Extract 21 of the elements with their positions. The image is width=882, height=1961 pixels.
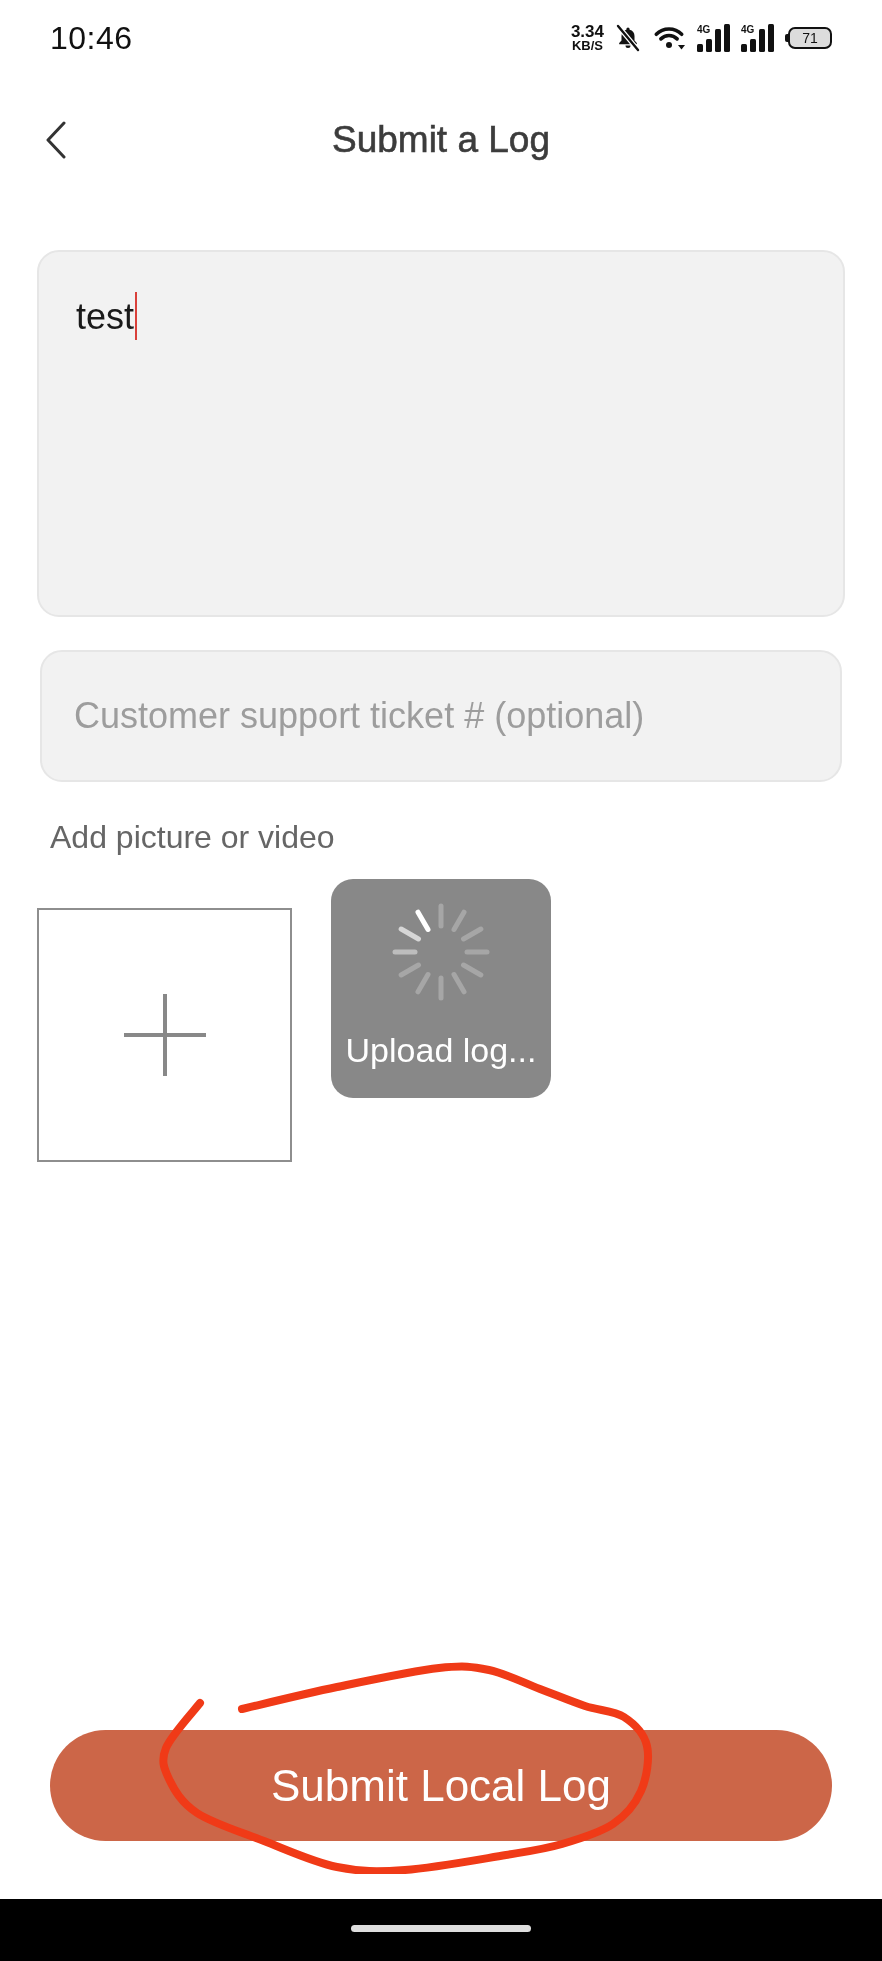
ticket-number-field[interactable]: Customer support ticket # (optional) bbox=[40, 650, 842, 782]
back-button[interactable] bbox=[45, 121, 67, 159]
add-media-button[interactable] bbox=[37, 908, 292, 1162]
description-field[interactable]: test bbox=[37, 250, 845, 617]
attachment-label: Add picture or video bbox=[50, 818, 335, 856]
home-indicator[interactable] bbox=[351, 1924, 531, 1932]
wifi-icon bbox=[652, 25, 686, 51]
loading-spinner-icon bbox=[391, 902, 491, 1002]
muted-bell-icon bbox=[615, 24, 641, 52]
network-speed-unit: KB/S bbox=[571, 38, 603, 53]
page-title: Submit a Log bbox=[332, 119, 550, 161]
network-speed: 3.34 bbox=[570, 23, 604, 39]
signal-strength-icon bbox=[697, 24, 730, 52]
upload-status-text: Upload log... bbox=[345, 1030, 537, 1071]
network-type-label: 4G bbox=[697, 24, 711, 35]
battery-percentage: 71 bbox=[802, 30, 818, 46]
plus-icon[interactable] bbox=[123, 994, 206, 1076]
signal-strength-icon bbox=[741, 24, 774, 52]
submit-local-log-button[interactable]: Submit Local Log bbox=[50, 1730, 832, 1841]
clock-time: 10:46 bbox=[50, 19, 133, 57]
network-type-label: 4G bbox=[741, 24, 755, 35]
